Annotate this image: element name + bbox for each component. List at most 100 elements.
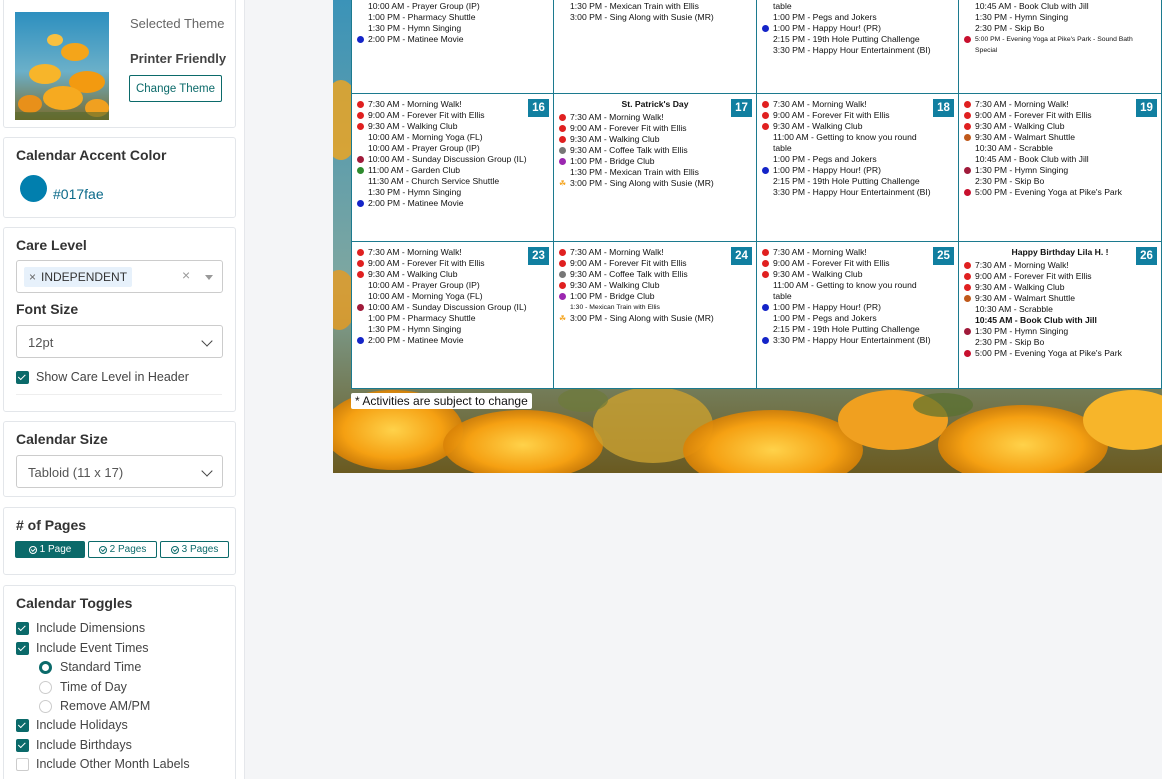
event-text: 11:00 AM - Getting to know you round [773, 0, 917, 1]
time-of-day-radio[interactable]: Time of Day [39, 680, 127, 694]
event-item: Special [964, 45, 1157, 56]
calendar-day-cell: 17 St. Patrick's Day 7:30 AM - Morning Wal… [553, 93, 757, 242]
include-other-month-toggle[interactable]: Include Other Month Labels [16, 757, 190, 771]
event-item: 1:00 PM - Happy Hour! (PR) [762, 302, 954, 313]
change-theme-button[interactable]: Change Theme [129, 75, 222, 102]
checkbox-unchecked-icon[interactable] [16, 757, 29, 771]
event-text: 9:30 AM - Walking Club [368, 121, 458, 131]
category-dot-icon [559, 125, 566, 132]
event-item: 9:00 AM - Forever Fit with Ellis [762, 258, 954, 269]
event-item: 1:30 - Mexican Train with Ellis [559, 302, 752, 313]
pages-option-3[interactable]: 3 Pages [160, 541, 229, 558]
checkbox-checked-icon[interactable] [16, 621, 29, 635]
standard-time-radio[interactable]: Standard Time [39, 660, 141, 674]
event-item: 1:30 PM - Hymn Singing [357, 187, 549, 198]
event-item: 1:00 PM - Pegs and Jokers [762, 12, 954, 23]
calendar-size-title: Calendar Size [16, 431, 108, 447]
event-item: 1:00 PM - Happy Hour! (PR) [762, 23, 954, 34]
event-list: 7:30 AM - Morning Walk! 9:00 AM - Forever… [964, 99, 1157, 198]
event-item: 1:30 PM - Mexican Train with Ellis [559, 1, 752, 12]
event-text: 1:30 PM - Hymn Singing [368, 187, 462, 197]
checkbox-checked-icon[interactable] [16, 718, 29, 732]
font-size-title: Font Size [16, 301, 79, 317]
event-item: 9:00 AM - Forever Fit with Ellis [559, 258, 752, 269]
include-birthdays-toggle[interactable]: Include Birthdays [16, 738, 132, 752]
category-dot-icon [964, 273, 971, 280]
include-dimensions-toggle[interactable]: Include Dimensions [16, 621, 145, 635]
checkbox-checked-icon[interactable] [16, 641, 29, 655]
event-text: 5:00 PM - Evening Yoga at Pike's Park - … [975, 36, 1133, 43]
event-item: 9:00 AM - Forever Fit with Ellis [964, 271, 1157, 282]
accent-color-swatch[interactable] [20, 175, 47, 202]
event-text: 9:00 AM - Forever Fit with Ellis [368, 110, 485, 120]
event-item: 1:30 PM - Hymn Singing [357, 324, 549, 335]
time-of-day-label: Time of Day [60, 680, 127, 694]
remove-ampm-radio[interactable]: Remove AM/PM [39, 699, 150, 713]
event-item: 9:00 AM - Forever Fit with Ellis [357, 110, 549, 121]
caret-down-icon[interactable] [205, 275, 213, 280]
category-dot-icon [964, 262, 971, 269]
category-dot-icon [964, 101, 971, 108]
pages-option-2[interactable]: 2 Pages [88, 541, 157, 558]
check-circle-icon [28, 545, 37, 554]
event-item: 9:30 AM - Walking Club [964, 121, 1157, 132]
event-text: 1:00 PM - Bridge Club [570, 291, 655, 301]
event-text: 9:00 AM - Forever Fit with Ellis [773, 110, 890, 120]
include-holidays-toggle[interactable]: Include Holidays [16, 718, 128, 732]
radio-selected-icon[interactable] [39, 660, 52, 674]
event-text: 11:00 AM - Garden Club [368, 165, 461, 175]
theme-thumbnail[interactable] [15, 12, 109, 120]
include-holidays-label: Include Holidays [36, 718, 128, 732]
event-item: 1:00 PM - Bridge Club [559, 291, 752, 302]
event-item: 11:30 AM - Church Service Shuttle [357, 176, 549, 187]
event-item: 9:30 AM - Walking Club [559, 134, 752, 145]
event-text: 3:00 PM - Sing Along with Susie (MR) [570, 12, 714, 22]
calendar-day-cell: 1:00 PM - Bridge Club1:30 PM - Mexican T… [553, 0, 757, 94]
calendar-size-select[interactable]: Tabloid (11 x 17) [16, 455, 223, 488]
event-item: 10:00 AM - Sunday Discussion Group (IL) [357, 302, 549, 313]
event-item: 9:30 AM - Walmart Shuttle [964, 132, 1157, 143]
show-care-level-toggle[interactable]: Show Care Level in Header [16, 370, 189, 384]
event-text: 10:00 AM - Prayer Group (IP) [368, 143, 480, 153]
event-text: 1:30 PM - Hymn Singing [368, 324, 462, 334]
category-dot-icon [357, 260, 364, 267]
checkbox-checked-icon[interactable] [16, 370, 29, 384]
standard-time-label: Standard Time [60, 660, 142, 674]
clear-icon[interactable]: × [182, 267, 190, 283]
event-item: 5:00 PM - Evening Yoga at Pike's Park [964, 348, 1157, 359]
calendar-day-cell: 10:00 AM - Morning Yoga (FL)10:00 AM - P… [351, 0, 554, 94]
event-text: 3:30 PM - Happy Hour Entertainment (BI) [773, 187, 931, 197]
event-text: 3:00 PM - Sing Along with Susie (MR) [570, 313, 714, 323]
event-list: 7:30 AM - Morning Walk! 9:00 AM - Forever… [559, 247, 752, 324]
event-item: 10:00 AM - Prayer Group (IP) [357, 1, 549, 12]
event-item: ☘ 3:00 PM - Sing Along with Susie (MR) [559, 178, 752, 189]
event-text: 1:00 PM - Pegs and Jokers [773, 12, 877, 22]
care-level-select[interactable]: × INDEPENDENT × [16, 260, 223, 293]
category-dot-icon [964, 167, 971, 174]
category-dot-icon [559, 136, 566, 143]
calendar-toggles-panel: Calendar Toggles Include Dimensions Incl… [3, 585, 236, 779]
radio-unselected-icon[interactable] [39, 699, 52, 713]
include-event-times-toggle[interactable]: Include Event Times [16, 641, 149, 655]
event-text: 1:30 PM - Hymn Singing [368, 23, 462, 33]
category-dot-icon [964, 328, 971, 335]
event-text: table [773, 143, 792, 153]
event-text: 1:00 PM - Pegs and Jokers [773, 154, 877, 164]
event-item: 5:00 PM - Evening Yoga at Pike's Park - … [964, 34, 1157, 45]
category-dot-icon [559, 271, 566, 278]
event-text: 10:30 AM - Scrabble [975, 304, 1053, 314]
category-dot-icon [357, 156, 364, 163]
font-size-select[interactable]: 12pt [16, 325, 223, 358]
pages-option-label: 1 Page [39, 544, 72, 555]
event-text: 1:00 PM - Happy Hour! (PR) [773, 165, 881, 175]
calendar-grid: 10:00 AM - Morning Yoga (FL)10:00 AM - P… [351, 0, 1162, 389]
event-item: 1:30 PM - Hymn Singing [357, 23, 549, 34]
event-text: 2:30 PM - Skip Bo [975, 176, 1045, 186]
event-item: 9:30 AM - Walking Club [357, 121, 549, 132]
accent-color-hex: #017fae [53, 186, 104, 202]
tag-remove-icon[interactable]: × [29, 270, 36, 284]
radio-unselected-icon[interactable] [39, 680, 52, 694]
checkbox-checked-icon[interactable] [16, 738, 29, 752]
pages-option-1[interactable]: 1 Page [15, 541, 85, 558]
event-item: 2:15 PM - 19th Hole Putting Challenge [762, 176, 954, 187]
